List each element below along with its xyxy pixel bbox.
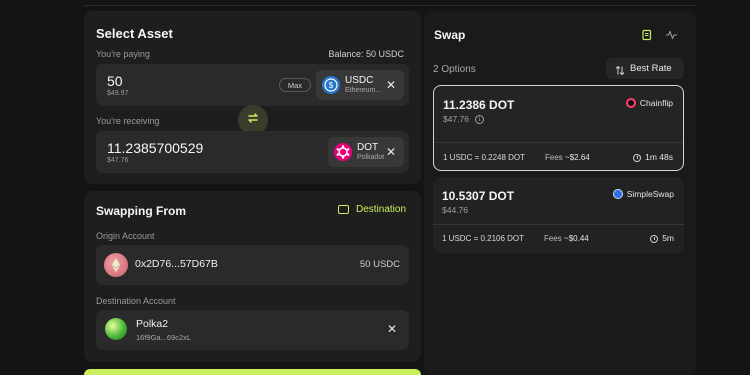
receive-amount-field: 11.2385700529 $47.76 DOT Polkadot ✕ [96, 131, 409, 173]
origin-account-row[interactable]: 0x2D76...57D67B 50 USDC [96, 245, 409, 285]
select-asset-title: Select Asset [96, 26, 173, 41]
provider-label: Chainflip [625, 98, 673, 108]
provider-label: SimpleSwap [612, 189, 674, 199]
option-fees: Fees ~$2.64 [545, 153, 590, 162]
sort-icon [615, 63, 625, 81]
clock-icon [633, 153, 642, 162]
destination-link[interactable]: Destination [356, 204, 406, 215]
balance-label: Balance: 50 USDC [328, 49, 404, 59]
receive-amount-value: 11.2385700529 [107, 140, 204, 156]
option-rate: 1 USDC = 0.2106 DOT [442, 234, 525, 243]
swap-panel: Swap 2 Options Best Rate 11.2386 DOT $47… [424, 11, 696, 375]
destination-address: 16f9Ga...69c2xL [136, 333, 192, 342]
svg-text:$: $ [329, 81, 334, 90]
option-divider [433, 224, 684, 225]
sort-label: Best Rate [630, 63, 672, 74]
option-time: 5m [650, 233, 674, 243]
top-divider [84, 0, 696, 6]
provider-name: SimpleSwap [626, 189, 674, 199]
fees-value: ~$0.44 [564, 234, 589, 243]
paying-label: You're paying [96, 49, 150, 59]
close-icon[interactable]: ✕ [386, 146, 396, 158]
option-amount: 10.5307 DOT [442, 189, 515, 203]
receive-amount-usd: $47.76 [107, 157, 129, 164]
option-usd: $47.76 i [443, 114, 484, 125]
primary-action-button[interactable] [84, 369, 421, 375]
receive-token-symbol: DOT [357, 142, 379, 153]
close-icon[interactable]: ✕ [387, 323, 397, 335]
pay-token-symbol: USDC [345, 75, 374, 86]
receive-token-network: Polkadot [357, 154, 385, 161]
option-usd: $44.76 [442, 205, 468, 215]
swap-option-card[interactable]: 11.2386 DOT $47.76 i Chainflip 1 USDC = 0… [433, 85, 684, 171]
option-fees: Fees ~$0.44 [544, 234, 589, 243]
destination-account-label: Destination Account [96, 296, 176, 306]
select-asset-panel: Select Asset You're paying Balance: 50 U… [84, 11, 421, 184]
origin-address: 0x2D76...57D67B [135, 258, 218, 270]
chainflip-icon [625, 98, 636, 108]
pay-amount-input[interactable]: 50 [107, 73, 123, 89]
swapping-from-title: Swapping From [96, 204, 186, 218]
wallet-icon [338, 205, 349, 214]
notes-icon[interactable] [641, 28, 653, 46]
fees-label: Fees [544, 234, 562, 243]
origin-balance: 50 USDC [359, 259, 400, 270]
swap-arrows-icon [246, 111, 260, 130]
pay-token-selector[interactable]: $ USDC Ethereum... ✕ [316, 70, 404, 100]
polkadot-icon [334, 143, 352, 161]
pay-token-network: Ethereum... [345, 87, 382, 94]
simpleswap-icon [612, 189, 623, 199]
option-amount: 11.2386 DOT [443, 98, 515, 112]
ethereum-avatar [104, 253, 128, 277]
fees-value: ~$2.64 [565, 153, 590, 162]
swap-title: Swap [434, 28, 466, 42]
option-rate: 1 USDC = 0.2248 DOT [443, 153, 526, 162]
pay-amount-field[interactable]: 50 $49.97 Max $ USDC Ethereum... ✕ [96, 64, 409, 106]
usdc-icon: $ [322, 76, 340, 94]
origin-account-label: Origin Account [96, 231, 155, 241]
fees-label: Fees [545, 153, 563, 162]
option-usd-value: $47.76 [443, 114, 469, 124]
info-icon[interactable]: i [475, 115, 484, 125]
swap-option-card[interactable]: 10.5307 DOT $44.76 SimpleSwap 1 USDC = 0… [433, 177, 684, 253]
option-divider [434, 142, 683, 143]
receiving-label: You're receiving [96, 116, 160, 126]
time-value: 1m 48s [645, 152, 673, 162]
pay-amount-usd: $49.97 [107, 90, 129, 97]
destination-name: Polka2 [136, 318, 169, 330]
sort-button[interactable]: Best Rate [606, 58, 684, 79]
options-count: 2 Options [433, 64, 476, 75]
wallet-avatar [105, 318, 127, 340]
swapping-from-panel: Swapping From Destination Origin Account… [84, 191, 421, 362]
destination-account-row[interactable]: Polka2 16f9Ga...69c2xL ✕ [96, 310, 409, 350]
close-icon[interactable]: ✕ [386, 79, 396, 91]
option-time: 1m 48s [633, 152, 673, 162]
activity-icon[interactable] [665, 28, 678, 46]
time-value: 5m [662, 233, 674, 243]
max-button[interactable]: Max [279, 78, 311, 92]
receive-token-selector[interactable]: DOT Polkadot ✕ [328, 137, 404, 167]
provider-name: Chainflip [639, 98, 673, 108]
clock-icon [650, 234, 659, 243]
